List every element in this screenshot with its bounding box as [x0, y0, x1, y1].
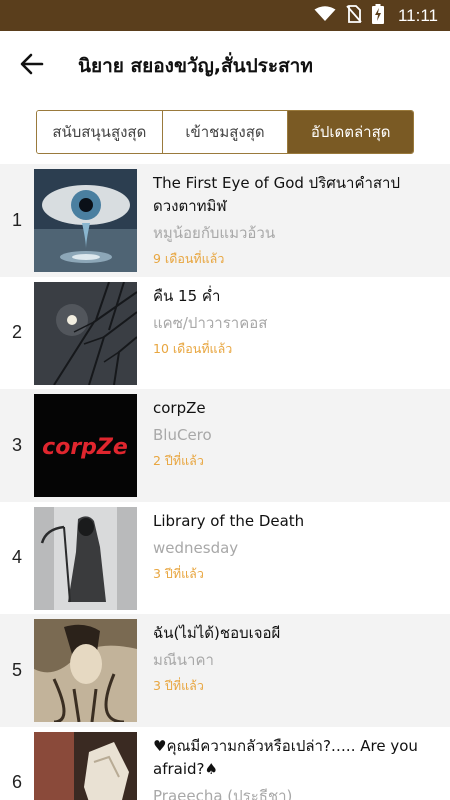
- battery-charging-icon: [371, 3, 384, 28]
- sort-tabs: สนับสนุนสูงสุด เข้าชมสูงสุด อัปเดตล่าสุด: [36, 110, 414, 154]
- list-item[interactable]: 5 ฉัน(ไม่ได้)ชอบเจอผี มณีนาคา 3 ปีที่แล้…: [0, 614, 450, 727]
- book-author: BluCero: [153, 426, 212, 444]
- app-bar: นิยาย สยองขวัญ,สั่นประสาท: [0, 31, 450, 101]
- book-cover[interactable]: corpZe: [34, 394, 137, 497]
- updated-time: 10 เดือนที่แล้ว: [153, 340, 233, 356]
- book-author: แคซ/ปาวาราคอส: [153, 313, 268, 332]
- book-title: corpZe: [153, 399, 206, 417]
- wifi-icon: [314, 5, 336, 26]
- book-title: The First Eye of God ปริศนาคำสาปดวงตาทมิ…: [153, 174, 401, 215]
- book-author: มณีนาคา: [153, 651, 214, 669]
- back-button[interactable]: [0, 31, 64, 101]
- updated-time: 9 เดือนที่แล้ว: [153, 251, 225, 266]
- cover-text: corpZe: [42, 435, 128, 460]
- rank-number: 2: [11, 322, 22, 343]
- status-time: 11:11: [397, 5, 438, 25]
- list-item[interactable]: 2 คืน 15 ค่ำ แคซ/ปาวาราคอส 10 เดือนที่แล…: [0, 277, 450, 390]
- rank-number: 1: [11, 209, 22, 230]
- rank-number: 4: [11, 547, 22, 568]
- updated-time: 2 ปีที่แล้ว: [153, 453, 204, 468]
- book-cover[interactable]: [34, 169, 137, 272]
- book-author: หมูน้อยกับแมวอ้วน: [153, 224, 276, 242]
- status-bar: 11:11: [0, 0, 450, 31]
- book-cover[interactable]: [34, 619, 137, 722]
- book-title: ♥คุณมีความกลัวหรือเปล่า?….. Are you afra…: [153, 736, 418, 778]
- list-item[interactable]: 4 Library of the Death wednesday 3 ปีที่…: [0, 502, 450, 615]
- updated-time: 3 ปีที่แล้ว: [153, 678, 204, 693]
- tab-top-support[interactable]: สนับสนุนสูงสุด: [37, 111, 162, 153]
- rank-number: 3: [11, 434, 22, 455]
- book-cover[interactable]: [34, 281, 137, 385]
- list-item[interactable]: 1 The First Eye of God ปริศนาคำสาปดวงตาท…: [0, 164, 450, 277]
- book-author: Praeecha (ประธีชา): [153, 786, 293, 800]
- no-sim-icon: [346, 4, 362, 27]
- book-title: ฉัน(ไม่ได้)ชอบเจอผี: [153, 624, 281, 642]
- rank-number: 5: [11, 659, 22, 680]
- updated-time: 3 ปีที่แล้ว: [153, 565, 204, 581]
- book-cover[interactable]: [34, 506, 137, 610]
- rank-number: 6: [11, 772, 22, 793]
- list-item[interactable]: 3 corpZe corpZe BluCero 2 ปีที่แล้ว: [0, 389, 450, 502]
- list-item[interactable]: 6 ♥คุณมีความกลัวหรือเปล่า?….. Are you af…: [0, 727, 450, 800]
- novel-list: 1 The First Eye of God ปริศนาคำสาปดวงตาท…: [0, 164, 450, 800]
- book-author: wednesday: [153, 538, 239, 557]
- book-title: Library of the Death: [153, 511, 305, 530]
- book-title: คืน 15 ค่ำ: [153, 286, 221, 305]
- tab-most-viewed[interactable]: เข้าชมสูงสุด: [161, 111, 288, 153]
- page-title: นิยาย สยองขวัญ,สั่นประสาท: [78, 55, 313, 77]
- tab-latest-update[interactable]: อัปเดตล่าสุด: [287, 111, 413, 153]
- back-arrow-icon: [20, 53, 44, 79]
- book-cover[interactable]: [34, 731, 137, 800]
